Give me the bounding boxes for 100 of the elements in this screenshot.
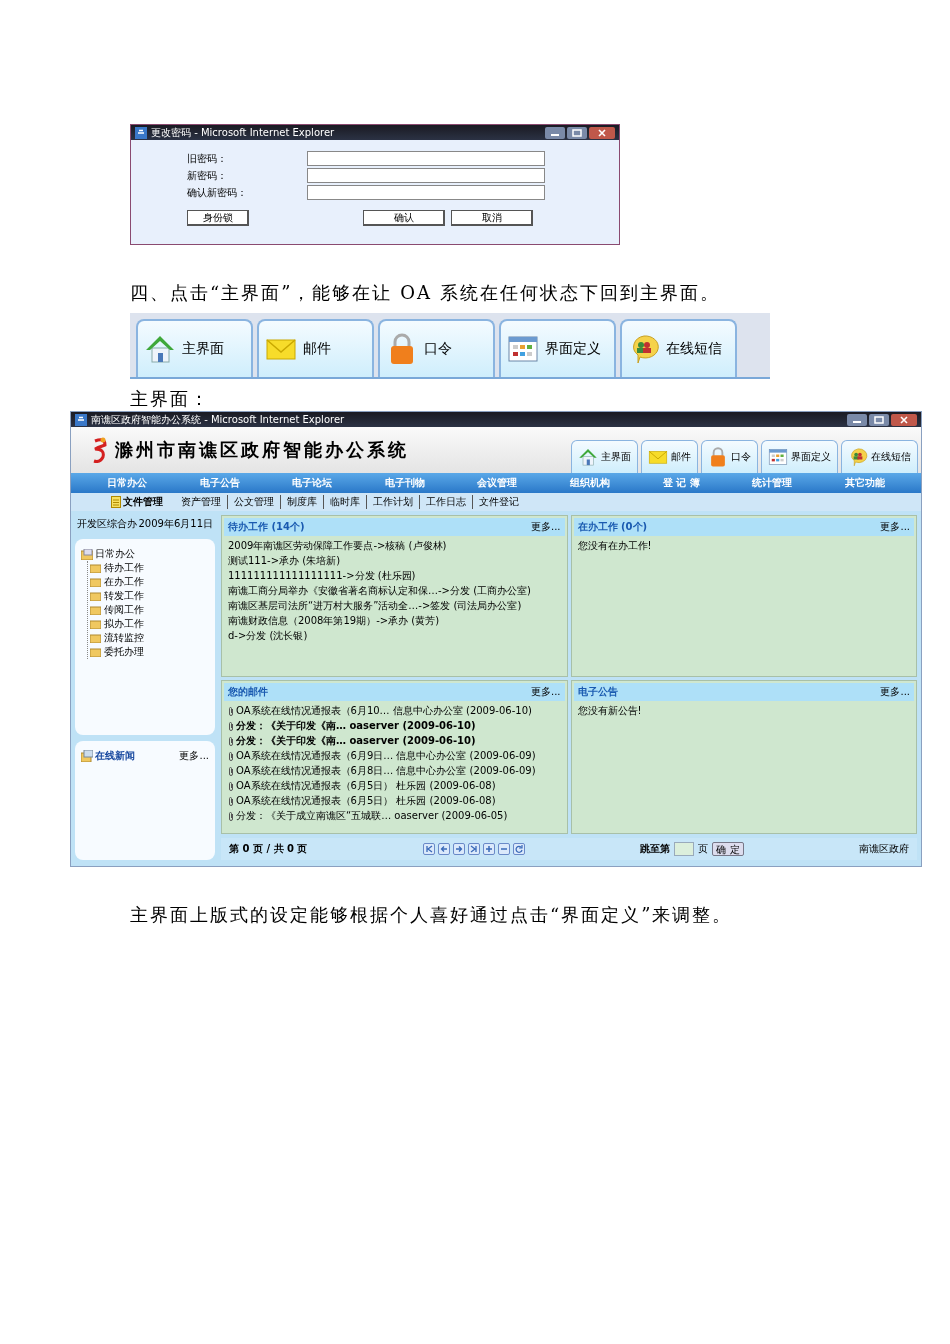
password-field[interactable] (307, 185, 545, 200)
field-label: 新密码： (187, 168, 228, 183)
list-item[interactable]: OA系统在线情况通报表（6月5日） 杜乐园 (2009-06-08) (236, 794, 496, 807)
panel-title: 电子公告 (577, 685, 618, 699)
dialog-button[interactable]: 身份锁 (187, 210, 249, 226)
menu-item[interactable]: 日常办公 (107, 476, 148, 490)
padlock-icon (708, 447, 728, 467)
tree-item[interactable]: 传阅工作 (104, 603, 144, 617)
toolbar-tab[interactable]: 界面定义 (761, 440, 838, 473)
list-item[interactable]: 2009年南谯区劳动保障工作要点->核稿 (卢俊林) (228, 539, 447, 552)
system-title: 滁州市南谯区政府智能办公系统 (115, 438, 409, 462)
minimize-icon (847, 413, 867, 426)
panel-title: 您的邮件 (228, 685, 268, 699)
date-label: 2009年6月11日 (138, 517, 213, 531)
maximize-icon (869, 413, 889, 426)
more-link[interactable]: 更多... (530, 685, 561, 699)
toolbar-tab[interactable]: 主界面 (571, 440, 638, 473)
list-item[interactable]: 分发：《关于印发《南… oaserver (2009-06-10) (236, 734, 476, 747)
toolbar-tab[interactable]: 主界面 (136, 319, 253, 377)
submenu-item[interactable]: 文件登记 (472, 495, 525, 509)
folder-icon (81, 548, 93, 560)
list-item[interactable]: 您没有在办工作! (577, 539, 652, 552)
field-label: 确认新密码： (187, 185, 248, 200)
tree-item[interactable]: 在办工作 (104, 575, 144, 589)
list-item[interactable]: 南谯工商分局举办《安徽省著名商标认定和保…->分发 (工商办公室) (228, 584, 531, 597)
goto-label: 跳至第 (640, 842, 671, 856)
tree-item[interactable]: 拟办工作 (104, 617, 144, 631)
layout-grid-icon (768, 447, 788, 467)
list-item[interactable]: 分发：《关于印发《南… oaserver (2009-06-10) (236, 719, 476, 732)
minimize-icon (545, 126, 565, 139)
submenu-item[interactable]: 资产管理 (175, 495, 227, 509)
next-page-icon[interactable] (452, 843, 465, 855)
toolbar-tab[interactable]: 口令 (701, 440, 758, 473)
layout-grid-icon (507, 333, 539, 365)
toolbar-tab[interactable]: 界面定义 (499, 319, 616, 377)
previous-page-icon[interactable] (437, 843, 450, 855)
tree-item[interactable]: 流转监控 (104, 631, 144, 645)
folder-icon (90, 647, 101, 657)
tree-item[interactable]: 转发工作 (104, 589, 144, 603)
maximize-icon (567, 126, 587, 139)
plus-icon[interactable] (482, 843, 495, 855)
document-icon (111, 496, 121, 508)
tree-item[interactable]: 日常办公 (95, 547, 135, 561)
folder-icon (90, 577, 101, 587)
submenu-item[interactable]: 文件管理 (123, 495, 163, 509)
list-item[interactable]: 111111111111111111->分发 (杜乐园) (228, 569, 416, 582)
list-item[interactable]: 南谯区基层司法所“进万村大服务”活动全…->签发 (司法局办公室) (228, 599, 522, 612)
window-title: 更改密码 - Microsoft Internet Explorer (151, 125, 336, 140)
house-icon (144, 333, 176, 365)
tree-item[interactable]: 委托办理 (104, 645, 144, 659)
first-page-icon[interactable] (422, 843, 435, 855)
list-item[interactable]: OA系统在线情况通报表（6月10… 信息中心办公室 (2009-06-10) (236, 704, 532, 717)
toolbar-tab[interactable]: 口令 (378, 319, 495, 377)
toolbar-tab[interactable]: 邮件 (257, 319, 374, 377)
minus-icon[interactable] (497, 843, 510, 855)
more-link[interactable]: 更多... (880, 520, 910, 534)
list-item[interactable]: 您没有新公告! (577, 704, 642, 717)
submenu-item[interactable]: 临时库 (323, 495, 366, 509)
panel-title: 待办工作 (14个) (228, 520, 305, 534)
toolbar-tab[interactable]: 在线短信 (841, 440, 918, 473)
list-item[interactable]: OA系统在线情况通报表（6月5日） 杜乐园 (2009-06-08) (236, 779, 496, 792)
folder-icon (90, 619, 101, 629)
logo-icon (91, 437, 109, 463)
folder-icon (90, 633, 101, 643)
list-item[interactable]: OA系统在线情况通报表（6月9日… 信息中心办公室 (2009-06-09) (236, 749, 536, 762)
toolbar-tab[interactable]: 在线短信 (620, 319, 737, 377)
refresh-icon[interactable] (512, 843, 525, 855)
department-label: 开发区综合办 (77, 517, 137, 531)
field-label: 旧密码： (187, 151, 228, 166)
more-link[interactable]: 更多... (179, 749, 209, 763)
confirm-button[interactable]: 确 定 (712, 842, 744, 856)
password-field[interactable] (307, 151, 545, 166)
caption: 主界面： (130, 387, 211, 411)
submenu-item[interactable]: 工作日志 (419, 495, 472, 509)
list-item[interactable]: 分发：《关于成立南谯区“五城联… oaserver (2009-06-05) (236, 809, 508, 822)
dialog-button[interactable]: 取消 (451, 210, 533, 226)
news-title[interactable]: 在线新闻 (95, 749, 178, 763)
more-link[interactable]: 更多... (880, 685, 910, 699)
house-icon (578, 447, 598, 467)
list-item[interactable]: 测试111->承办 (朱培新) (228, 554, 341, 567)
page-status: 第 0 页 / 共 0 页 (229, 842, 308, 856)
last-page-icon[interactable] (467, 843, 480, 855)
paragraph: 主界面上版式的设定能够根据个人喜好通过点击“界面定义”来调整。 (130, 903, 734, 927)
page-number-field[interactable] (674, 842, 695, 856)
speech-bubble-icon (848, 447, 868, 467)
list-item[interactable]: OA系统在线情况通报表（6月8日… 信息中心办公室 (2009-06-09) (236, 764, 536, 777)
password-field[interactable] (307, 168, 545, 183)
browser-icon (75, 413, 87, 426)
more-link[interactable]: 更多... (530, 520, 561, 534)
list-item[interactable]: d->分发 (沈长银) (228, 629, 308, 642)
tree-item[interactable]: 待办工作 (104, 561, 144, 575)
submenu-item[interactable]: 公文管理 (227, 495, 280, 509)
submenu-item[interactable]: 制度库 (280, 495, 323, 509)
list-item[interactable]: 南谯财政信息（2008年第19期）->承办 (黄芳) (228, 614, 440, 627)
close-icon (891, 413, 917, 426)
window-title: 南谯区政府智能办公系统 - Microsoft Internet Explorer (91, 412, 346, 427)
footer-text: 南谯区政府 (858, 842, 909, 856)
toolbar-tab[interactable]: 邮件 (641, 440, 698, 473)
dialog-button[interactable]: 确认 (363, 210, 445, 226)
submenu-item[interactable]: 工作计划 (366, 495, 419, 509)
